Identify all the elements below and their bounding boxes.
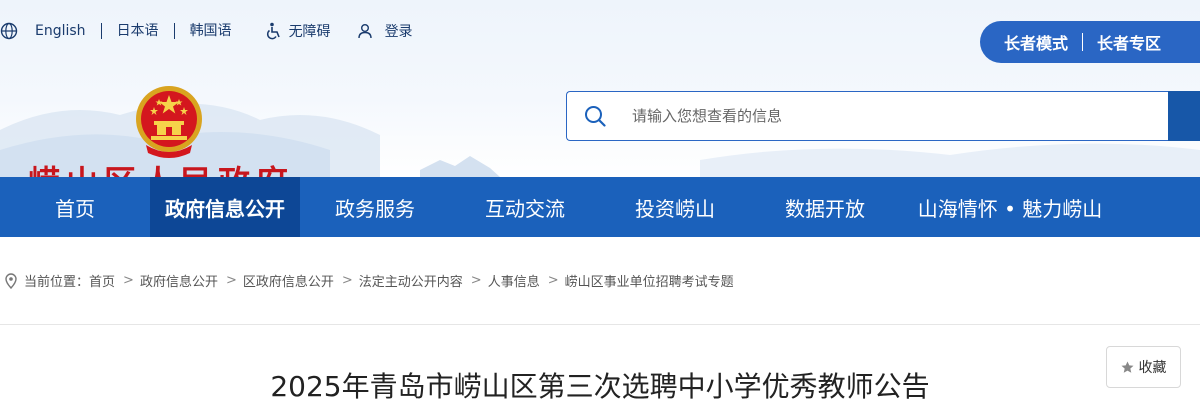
nav-item-open-data[interactable]: 数据开放 [750, 177, 900, 237]
search-icon[interactable] [584, 105, 606, 127]
breadcrumb-item[interactable]: > 政府信息公开 [115, 271, 218, 290]
globe-icon [0, 22, 18, 40]
site-header: English 日本语 韩国语 无障碍 登录 长者模式 长者专区 请输入您想查看… [0, 0, 1200, 177]
breadcrumb: 当前位置： 首页 > 政府信息公开 > 区政府信息公开 > 法定主动公开内容 > 人事信… [0, 237, 1200, 325]
breadcrumb-item[interactable]: > 法定主动公开内容 [334, 271, 463, 290]
lang-link-japanese[interactable]: 日本语 [102, 23, 175, 39]
article-title: 2025年青岛市崂山区第三次选聘中小学优秀教师公告 [270, 370, 930, 400]
elder-mode-button[interactable]: 长者模式 [1004, 30, 1068, 54]
site-title: 崂山区人民政府 [28, 166, 294, 177]
breadcrumb-item[interactable]: 首页 [89, 271, 115, 290]
nav-item-charm-laoshan[interactable]: 山海情怀 • 魅力崂山 [900, 177, 1120, 237]
breadcrumb-separator: > [470, 273, 482, 288]
breadcrumb-separator: > [341, 273, 353, 288]
lang-link-english[interactable]: English [35, 23, 102, 39]
breadcrumb-separator: > [123, 273, 134, 288]
top-link-bar: English 日本语 韩国语 无障碍 登录 [0, 18, 413, 44]
main-nav: 首页 政府信息公开 政务服务 互动交流 投资崂山 数据开放 山海情怀 • 魅力崂… [0, 177, 1200, 237]
login-link[interactable]: 登录 [357, 21, 413, 41]
wheelchair-icon [266, 22, 280, 40]
nav-item-services[interactable]: 政务服务 [300, 177, 450, 237]
login-label: 登录 [384, 24, 413, 40]
breadcrumb-item-label: 首页 [89, 275, 116, 290]
national-emblem-icon [136, 86, 202, 158]
breadcrumb-item-label: 政府信息公开 [139, 275, 218, 290]
breadcrumb-item-label: 崂山区事业单位招聘考试专题 [564, 275, 734, 290]
user-icon [357, 24, 372, 39]
breadcrumb-item-label: 人事信息 [487, 275, 540, 290]
search-box [566, 91, 1169, 141]
search-button[interactable] [1168, 91, 1200, 141]
breadcrumb-item[interactable]: > 人事信息 [463, 271, 540, 290]
breadcrumb-separator: > [225, 273, 237, 288]
accessibility-label: 无障碍 [288, 24, 331, 40]
nav-item-gov-info[interactable]: 政府信息公开 [150, 177, 300, 237]
elder-separator [1082, 33, 1084, 51]
elder-zone-button[interactable]: 长者专区 [1097, 30, 1161, 54]
location-pin-icon [4, 272, 18, 289]
nav-item-home[interactable]: 首页 [0, 177, 150, 237]
nav-item-interaction[interactable]: 互动交流 [450, 177, 600, 237]
breadcrumb-separator: > [547, 273, 559, 288]
breadcrumb-item[interactable]: > 崂山区事业单位招聘考试专题 [540, 271, 734, 290]
breadcrumb-item-label: 法定主动公开内容 [358, 275, 463, 290]
breadcrumb-prefix: 当前位置： [24, 275, 90, 290]
breadcrumb-item-label: 区政府信息公开 [242, 275, 334, 290]
nav-item-investment[interactable]: 投资崂山 [600, 177, 750, 237]
elder-mode-bar: 长者模式 长者专区 [980, 21, 1200, 63]
breadcrumb-item[interactable]: > 区政府信息公开 [218, 271, 334, 290]
search-input[interactable] [632, 107, 1132, 125]
lang-link-korean[interactable]: 韩国语 [175, 23, 247, 39]
accessibility-link[interactable]: 无障碍 [265, 21, 331, 41]
